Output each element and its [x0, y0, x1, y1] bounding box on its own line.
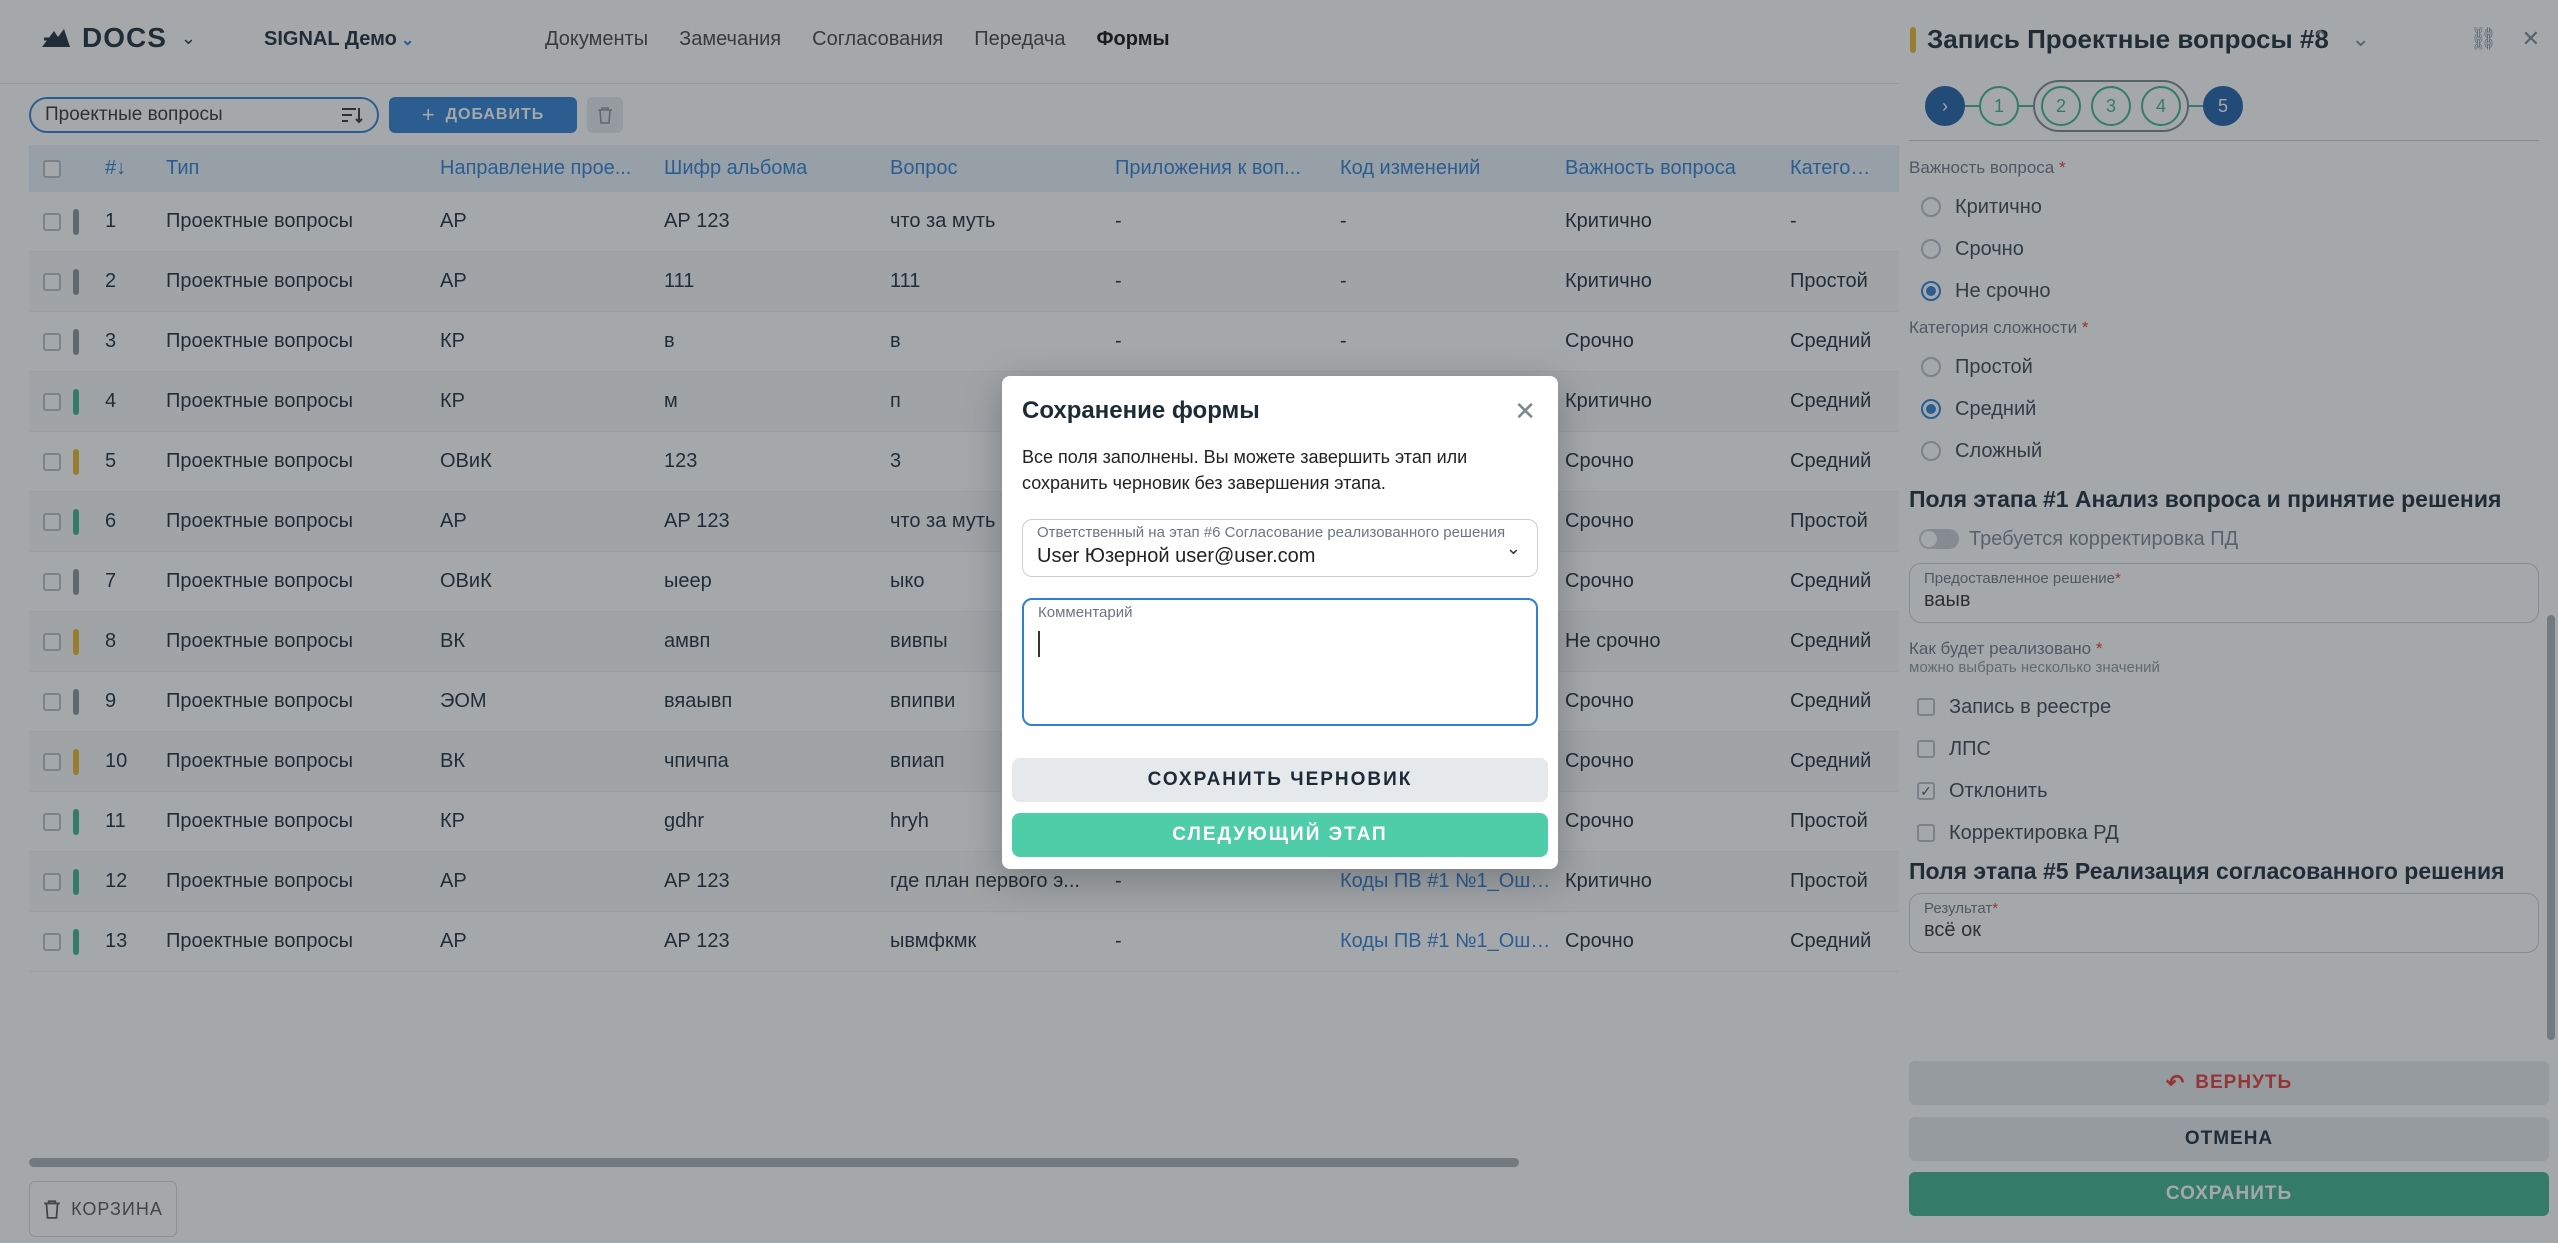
responsible-label: Ответственный на этап #6 Согласование ре… — [1037, 524, 1506, 541]
panel-backdrop[interactable] — [1899, 0, 2558, 1243]
comment-input[interactable]: Комментарий — [1022, 598, 1538, 726]
next-stage-button[interactable]: СЛЕДУЮЩИЙ ЭТАП — [1012, 813, 1548, 857]
responsible-value: User Юзерной user@user.com — [1037, 545, 1316, 567]
save-form-dialog: Сохранение формы ✕ Все поля заполнены. В… — [1002, 376, 1558, 869]
next-stage-label: СЛЕДУЮЩИЙ ЭТАП — [1172, 824, 1388, 845]
dialog-title: Сохранение формы — [1022, 397, 1260, 424]
comment-label: Комментарий — [1038, 604, 1133, 621]
save-draft-button[interactable]: СОХРАНИТЬ ЧЕРНОВИК — [1012, 758, 1548, 802]
dialog-text: Все поля заполнены. Вы можете завершить … — [1022, 447, 1468, 493]
text-cursor — [1038, 631, 1040, 657]
chevron-down-icon: ⌄ — [1505, 538, 1521, 558]
responsible-select[interactable]: Ответственный на этап #6 Согласование ре… — [1022, 519, 1538, 577]
save-draft-label: СОХРАНИТЬ ЧЕРНОВИК — [1147, 769, 1413, 790]
close-icon[interactable]: ✕ — [1514, 396, 1536, 427]
